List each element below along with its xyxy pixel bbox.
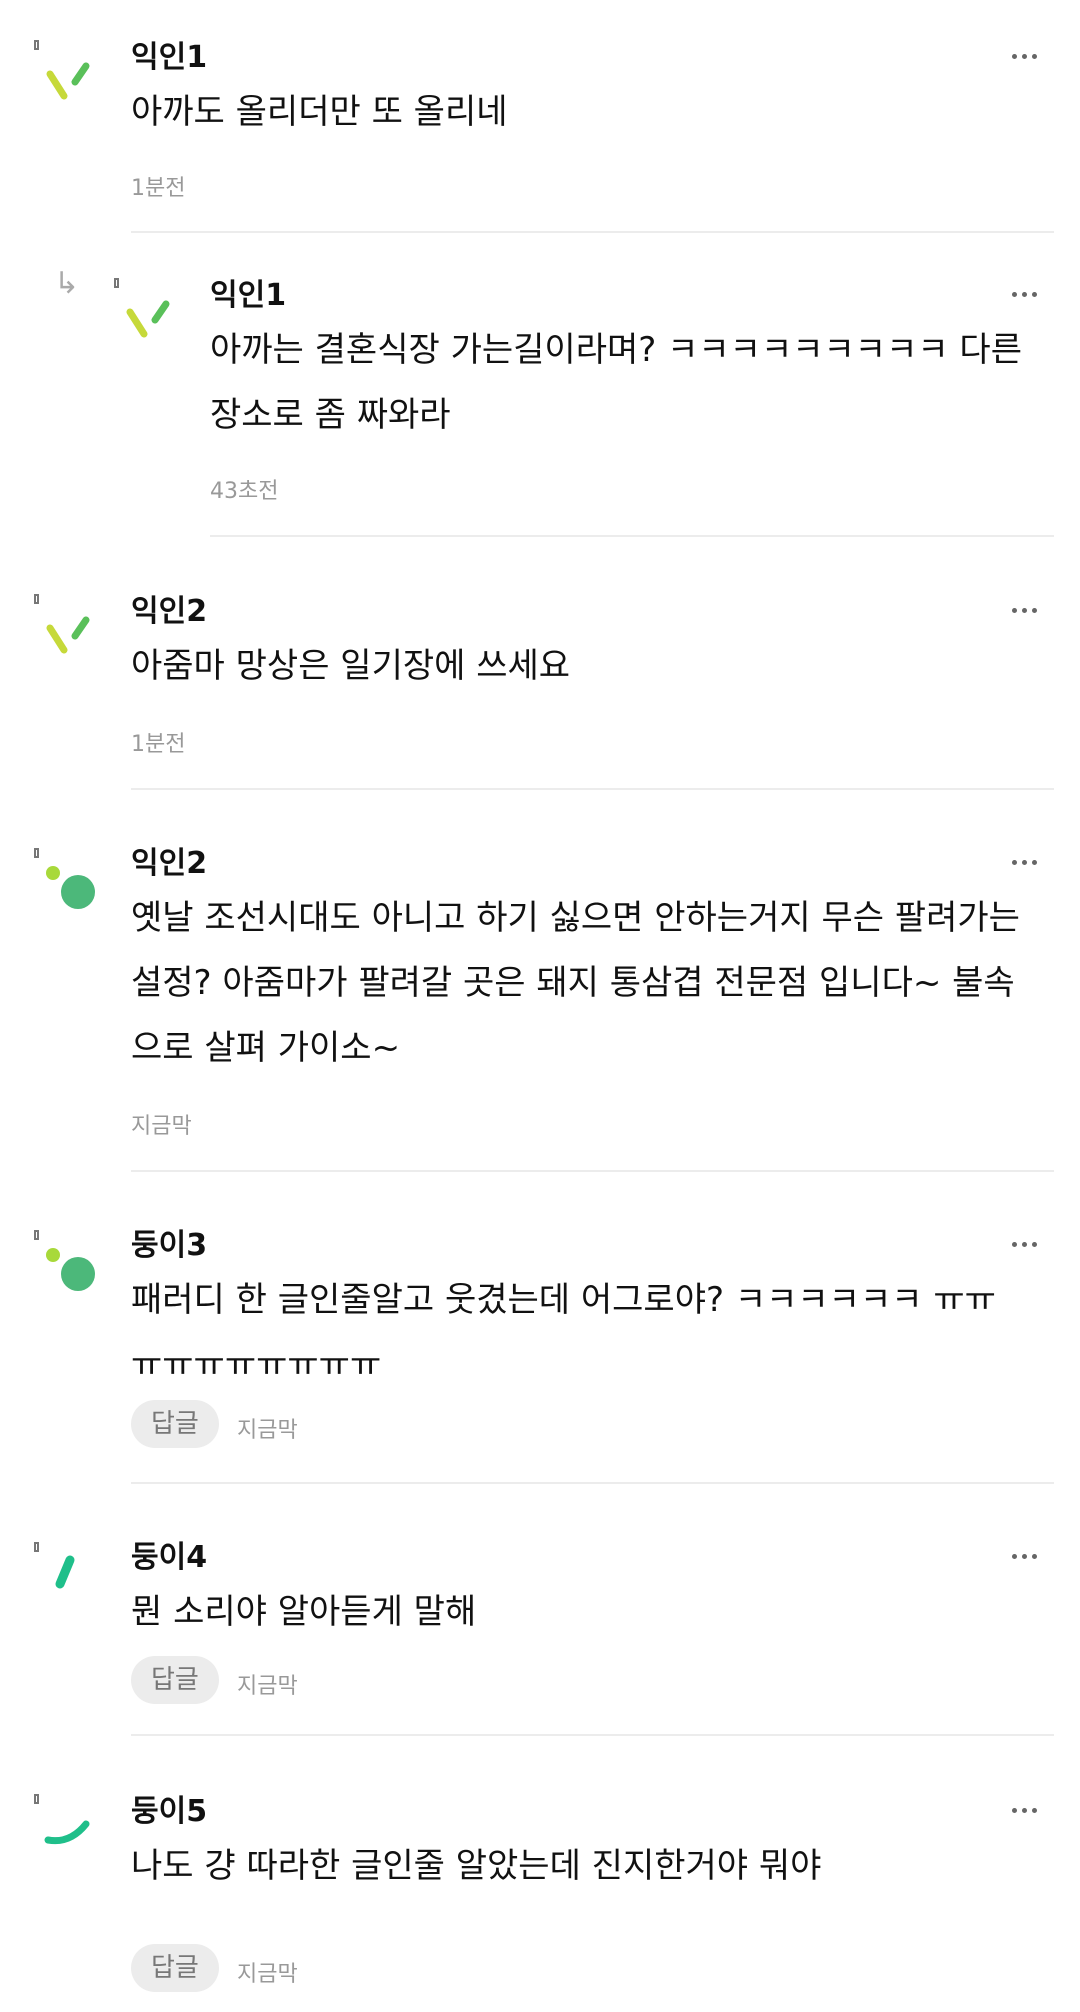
reply-button[interactable]: 답글 [131, 1400, 219, 1448]
avatar[interactable] [30, 1226, 100, 1296]
comment-time: 지금막 [237, 1674, 298, 1699]
comment-time: 지금막 [131, 1114, 192, 1139]
reply-button[interactable]: 답글 [131, 1656, 219, 1704]
tick-mark [34, 1230, 39, 1240]
avatar-pattern-icon [46, 1248, 95, 1291]
avatar[interactable] [30, 36, 100, 106]
more-icon[interactable] [1012, 1798, 1052, 1818]
comment-text: 나도 걍 따라한 글인줄 알았는데 진지한거야 뭐야 [131, 1846, 822, 1886]
tick-mark [34, 1794, 39, 1804]
divider [131, 231, 1054, 233]
reply-arrow-icon: ↳ [54, 266, 80, 301]
more-icon[interactable] [1012, 1544, 1052, 1564]
tick-mark [114, 278, 119, 288]
comment-text: 아까는 결혼식장 가는길이라며? ㅋㅋㅋㅋㅋㅋㅋㅋㅋ 다른 장소로 좀 짜와라 [210, 330, 1022, 435]
comment-time: 43초전 [210, 479, 279, 504]
comment-time: 1분전 [131, 176, 186, 201]
more-icon[interactable] [1012, 44, 1052, 64]
comment-time: 지금막 [237, 1418, 298, 1443]
tick-mark [34, 1542, 39, 1552]
more-icon[interactable] [1012, 282, 1052, 302]
comment-text: 옛날 조선시대도 아니고 하기 싫으면 안하는거지 무슨 팔려가는 설정? 아줌… [131, 898, 1020, 1068]
avatar[interactable] [110, 274, 180, 344]
comment-text: 뭔 소리야 알아듣게 말해 [131, 1592, 477, 1632]
divider [131, 1482, 1054, 1484]
avatar-pattern-icon [55, 1555, 75, 1589]
more-icon[interactable] [1012, 850, 1052, 870]
comment-text: 아까도 올리더만 또 올리네 [131, 92, 508, 132]
comment-author[interactable]: 익인2 [131, 586, 207, 630]
comment-author[interactable]: 익인1 [131, 32, 207, 76]
comment-author[interactable]: 둥이4 [131, 1532, 207, 1576]
avatar-pattern-icon [126, 300, 170, 338]
comment-time: 지금막 [237, 1962, 298, 1987]
tick-mark [34, 848, 39, 858]
comment-author[interactable]: 익인2 [131, 838, 207, 882]
comment-text: 아줌마 망상은 일기장에 쓰세요 [131, 646, 571, 686]
avatar-pattern-icon [46, 866, 95, 909]
divider [131, 1170, 1054, 1172]
avatar-pattern-icon [46, 62, 90, 100]
reply-button[interactable]: 답글 [131, 1944, 219, 1992]
avatar-pattern-icon [44, 1820, 90, 1845]
divider [210, 535, 1054, 537]
avatar-pattern-icon [46, 616, 90, 654]
comment-author[interactable]: 둥이3 [131, 1220, 207, 1264]
avatar[interactable] [30, 590, 100, 660]
avatar[interactable] [30, 1790, 100, 1860]
avatar[interactable] [30, 844, 100, 914]
divider [131, 788, 1054, 790]
more-icon[interactable] [1012, 598, 1052, 618]
avatar[interactable] [30, 1538, 100, 1608]
comment-author[interactable]: 둥이5 [131, 1786, 207, 1830]
comment-time: 1분전 [131, 732, 186, 757]
tick-mark [34, 40, 39, 50]
tick-mark [34, 594, 39, 604]
divider [131, 1734, 1054, 1736]
comment-text: 패러디 한 글인줄알고 웃겼는데 어그로야? ㅋㅋㅋㅋㅋㅋ ㅠㅠ ㅠㅠㅠㅠㅠㅠㅠ… [131, 1280, 996, 1385]
comment-author[interactable]: 익인1 [210, 270, 286, 314]
more-icon[interactable] [1012, 1232, 1052, 1252]
